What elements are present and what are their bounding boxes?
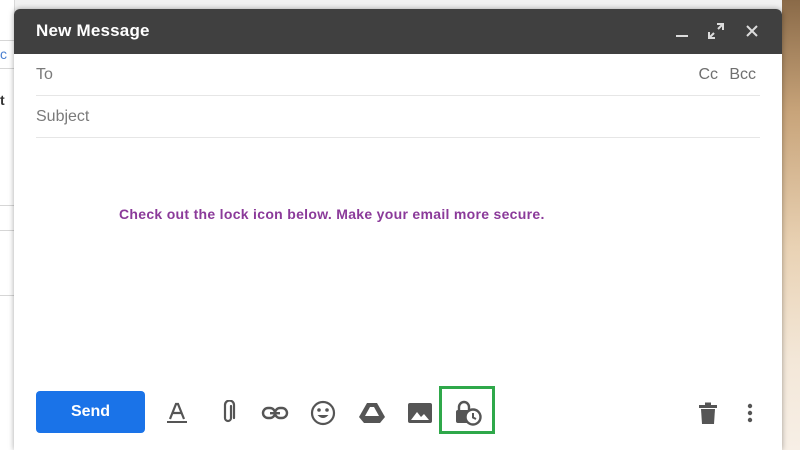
background-text-fragment: t — [0, 92, 5, 108]
trash-icon — [699, 402, 717, 424]
lock-icon-highlight — [439, 386, 495, 434]
divider — [0, 230, 14, 231]
close-icon — [746, 25, 758, 37]
full-screen-button[interactable] — [704, 19, 728, 43]
more-vert-icon — [747, 403, 753, 423]
emoji-icon — [310, 400, 336, 426]
minimize-icon — [676, 35, 688, 37]
cc-link[interactable]: Cc — [698, 66, 718, 84]
insert-drive-file-button[interactable] — [357, 398, 387, 428]
insert-photo-icon — [408, 403, 432, 423]
more-options-button[interactable] — [735, 398, 765, 428]
compose-window: New Message To Cc Bcc Subject Check out … — [14, 9, 782, 450]
background-window-edge — [782, 0, 800, 450]
attach-file-icon — [223, 400, 236, 423]
divider — [0, 295, 14, 296]
background-page: c t — [0, 0, 15, 450]
expand-icon — [708, 23, 724, 39]
to-label: To — [36, 66, 53, 83]
compose-titlebar[interactable]: New Message — [14, 9, 782, 54]
discard-draft-button[interactable] — [693, 398, 723, 428]
attach-files-button[interactable] — [213, 398, 243, 428]
insert-link-button[interactable] — [260, 398, 290, 428]
insert-link-icon — [261, 406, 289, 420]
background-text-fragment: c — [0, 46, 7, 62]
compose-title: New Message — [36, 21, 150, 40]
insert-emoji-button[interactable] — [308, 398, 338, 428]
subject-placeholder: Subject — [36, 108, 90, 125]
message-body[interactable]: Check out the lock icon below. Make your… — [119, 206, 545, 222]
divider — [0, 205, 14, 206]
formatting-icon — [167, 402, 187, 423]
to-field[interactable]: To Cc Bcc — [36, 54, 760, 96]
close-button[interactable] — [740, 19, 764, 43]
minimize-button[interactable] — [670, 19, 694, 43]
subject-field[interactable]: Subject — [36, 96, 760, 138]
insert-photo-button[interactable] — [405, 398, 435, 428]
bcc-link[interactable]: Bcc — [729, 66, 756, 84]
formatting-options-button[interactable] — [162, 398, 192, 428]
divider — [0, 40, 14, 41]
send-button[interactable]: Send — [36, 391, 145, 433]
google-drive-icon — [359, 403, 385, 423]
divider — [0, 68, 14, 69]
